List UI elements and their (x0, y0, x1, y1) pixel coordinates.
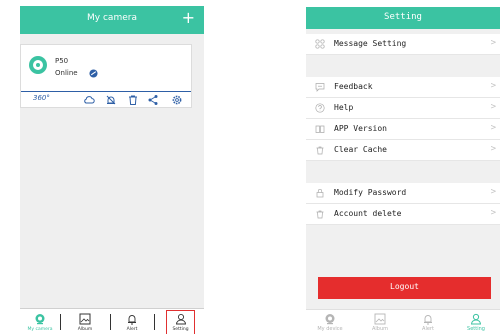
nav-label: My camera (27, 327, 53, 332)
nav-album[interactable]: Album (356, 310, 404, 334)
nav-label: Alert (126, 327, 138, 332)
divider (154, 314, 155, 330)
delete-icon[interactable] (127, 94, 139, 106)
chevron-right-icon: > (490, 102, 496, 112)
nav-album[interactable]: Album (62, 309, 108, 334)
divider (60, 314, 61, 330)
camera-status: Online (55, 69, 78, 77)
nav-alert[interactable]: Alert (112, 309, 152, 334)
question-icon (315, 103, 325, 113)
menu-label: Modify Password (334, 188, 407, 197)
chat-icon (315, 83, 325, 92)
menu-label: Clear Cache (334, 145, 387, 154)
divider (110, 314, 111, 330)
lock-icon (316, 189, 324, 198)
menu-label: Account delete (334, 209, 402, 218)
highlight-box (166, 310, 195, 334)
book-icon (315, 125, 325, 133)
page-title: Setting (384, 12, 422, 22)
trash-icon (316, 146, 324, 155)
user-icon (470, 313, 482, 325)
camera-icon (29, 56, 47, 74)
nav-label: My device (317, 326, 343, 332)
nav-my-camera[interactable]: My camera (20, 309, 60, 334)
chevron-right-icon: > (490, 81, 496, 91)
chevron-right-icon: > (490, 38, 496, 48)
menu-item-feedback[interactable]: Feedback > (306, 77, 500, 98)
header-bar: My camera + (20, 6, 204, 34)
menu-item-modify-password[interactable]: Modify Password > (306, 183, 500, 204)
menu-item-help[interactable]: Help > (306, 98, 500, 119)
grid-icon (315, 39, 325, 49)
menu-item-account-delete[interactable]: Account delete > (306, 204, 500, 225)
menu-label: Message Setting (334, 39, 407, 48)
bottom-nav: My device Album Alert Setting (306, 309, 500, 334)
gear-icon[interactable] (171, 94, 183, 106)
wifi-signal-icon (89, 69, 98, 78)
chevron-right-icon: > (490, 208, 496, 218)
page-title: My camera (87, 13, 137, 23)
alarm-off-icon[interactable] (105, 94, 117, 106)
camera-name: P50 (55, 57, 69, 65)
nav-setting[interactable]: Setting (452, 310, 500, 334)
nav-label: Album (77, 327, 93, 332)
setting-screen: Setting Message Setting > Feedback > Hel… (306, 7, 500, 334)
menu-label: Help (334, 103, 354, 112)
nav-my-device[interactable]: My device (306, 310, 354, 334)
camera-toolbar: 360° (21, 92, 191, 108)
share-icon[interactable] (147, 94, 159, 106)
menu-item-app-version[interactable]: APP Version > (306, 119, 500, 140)
nav-label: Setting (467, 326, 485, 332)
header-bar: Setting (306, 7, 500, 29)
camera-card[interactable]: P50 Online 360° (20, 44, 192, 108)
nav-label: Alert (422, 326, 434, 332)
logout-button[interactable]: Logout (318, 277, 491, 299)
menu-label: Feedback (334, 82, 373, 91)
chevron-right-icon: > (490, 123, 496, 133)
nav-alert[interactable]: Alert (404, 310, 452, 334)
menu-item-message-setting[interactable]: Message Setting > (306, 34, 500, 55)
my-camera-screen: My camera + P50 Online 360° My camera Al… (20, 6, 204, 334)
image-icon (79, 313, 91, 325)
camera-icon (35, 314, 45, 325)
image-icon (374, 313, 386, 325)
chevron-right-icon: > (490, 187, 496, 197)
bell-icon (128, 315, 136, 325)
menu-label: APP Version (334, 124, 387, 133)
add-camera-button[interactable]: + (182, 9, 195, 27)
bottom-nav: My camera Album Alert Setting (20, 308, 204, 334)
menu-item-clear-cache[interactable]: Clear Cache > (306, 140, 500, 161)
panorama-view-button[interactable]: 360° (33, 94, 50, 102)
bell-icon (424, 315, 432, 325)
chevron-right-icon: > (490, 144, 496, 154)
cloud-icon[interactable] (83, 94, 95, 106)
trash-icon (316, 210, 324, 219)
camera-icon (325, 314, 335, 325)
logout-label: Logout (390, 282, 419, 291)
nav-label: Album (371, 326, 389, 332)
